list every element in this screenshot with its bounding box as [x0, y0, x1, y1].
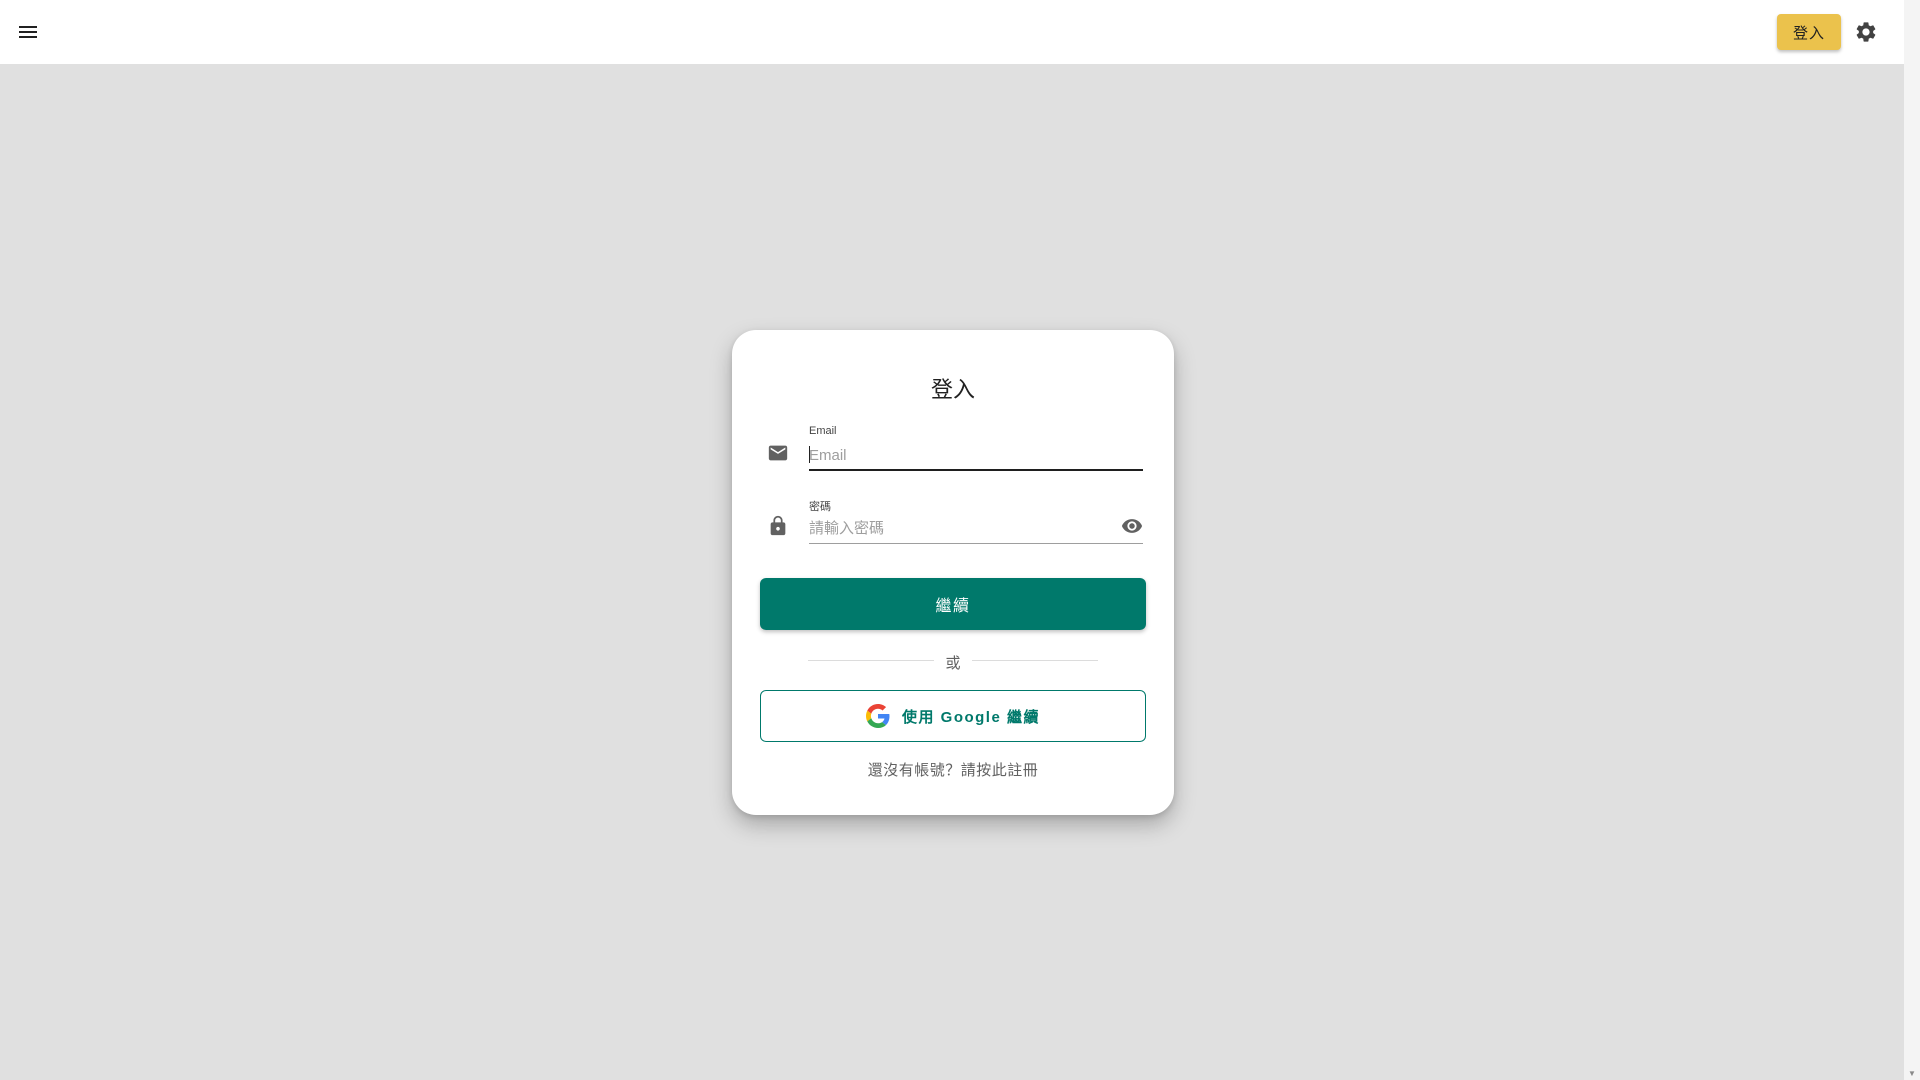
menu-icon [19, 26, 37, 38]
scroll-down-arrow-icon[interactable]: ▼ [1908, 1070, 1916, 1078]
signup-link[interactable]: 還沒有帳號？請按此註冊 [732, 759, 1174, 780]
google-g-icon [865, 704, 890, 728]
continue-button[interactable]: 繼續 [760, 578, 1146, 630]
google-button-label: 使用 Google 繼續 [901, 708, 1040, 726]
page-scrollbar[interactable]: ▼ [1904, 0, 1920, 1080]
password-input[interactable] [809, 517, 1109, 539]
login-title: 登入 [930, 377, 975, 402]
gear-icon [1856, 22, 1876, 42]
email-label: Email [809, 425, 837, 437]
eye-icon [1121, 519, 1143, 533]
password-label: 密碼 [809, 501, 831, 513]
login-card: 登入 Email 密碼 繼續 或 使用 Google 繼續 [732, 330, 1174, 815]
divider-or-text: 或 [945, 655, 961, 672]
top-app-bar: 登入 [0, 0, 1904, 64]
text-cursor [809, 446, 810, 463]
google-signin-button[interactable]: 使用 Google 繼續 [760, 690, 1146, 742]
settings-button[interactable] [1852, 18, 1880, 46]
mail-icon [766, 441, 790, 465]
email-input[interactable] [809, 444, 1143, 466]
menu-button[interactable] [14, 18, 42, 46]
divider-line-right [972, 660, 1098, 661]
password-underline [809, 543, 1143, 544]
lock-icon [766, 514, 790, 538]
header-login-button[interactable]: 登入 [1777, 14, 1841, 50]
email-underline [809, 469, 1143, 471]
toggle-password-visibility-button[interactable] [1120, 514, 1144, 538]
